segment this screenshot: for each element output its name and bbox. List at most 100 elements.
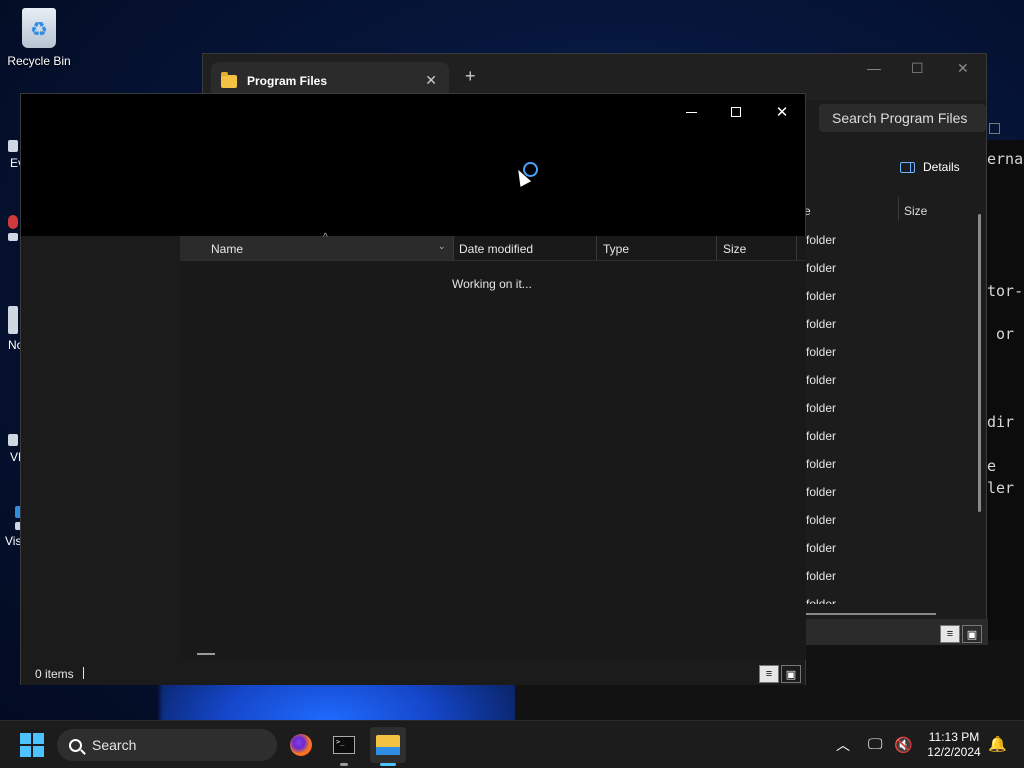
file-type-cell[interactable]: folder <box>806 429 836 443</box>
status-divider <box>83 667 84 679</box>
taskbar-app-file-explorer[interactable] <box>370 727 406 766</box>
taskbar-search[interactable]: Search <box>57 729 277 761</box>
sort-ascending-icon: ^ <box>323 232 328 243</box>
file-type-cell[interactable]: folder <box>806 401 836 415</box>
recycle-bin-icon <box>22 8 56 48</box>
terminal-line: e <box>987 457 997 475</box>
tab-title: Program Files <box>247 74 328 88</box>
details-view-icon[interactable]: ≡ <box>940 625 960 643</box>
file-type-cell[interactable]: folder <box>806 541 836 555</box>
status-bar <box>803 619 988 645</box>
notifications-bell-icon[interactable]: 🔔 <box>988 735 1007 753</box>
explorer-window-foreground[interactable]: ✕ ^ Name ⌄ Date modified Type Size Worki… <box>20 93 806 685</box>
file-explorer-icon <box>376 735 400 755</box>
terminal-window-edge <box>986 140 1024 640</box>
desktop-icon-recycle-bin[interactable]: Recycle Bin <box>1 8 77 68</box>
file-type-cell[interactable]: folder <box>806 485 836 499</box>
close-icon[interactable]: ✕ <box>957 60 969 77</box>
details-view-icon[interactable]: ≡ <box>759 665 779 683</box>
large-icons-view-icon[interactable]: ▣ <box>781 665 801 683</box>
file-type-cell[interactable]: folder <box>806 373 836 387</box>
new-tab-icon[interactable]: + <box>465 66 476 87</box>
file-type-cell[interactable]: folder <box>806 513 836 527</box>
file-type-cell[interactable]: folder <box>806 345 836 359</box>
start-button[interactable] <box>20 733 44 757</box>
folder-icon <box>221 71 237 88</box>
file-type-cell[interactable]: folder <box>806 597 836 604</box>
clock[interactable]: 11:13 PM 12/2/2024 <box>918 730 990 760</box>
details-pane-button[interactable]: Details <box>900 160 960 174</box>
column-divider[interactable] <box>716 236 717 260</box>
column-header-size[interactable]: Size <box>904 204 927 218</box>
file-type-cell[interactable]: folder <box>806 289 836 303</box>
clock-time: 11:13 PM <box>928 730 980 744</box>
column-header-date-modified[interactable]: Date modified <box>459 242 533 256</box>
column-divider[interactable] <box>596 236 597 260</box>
minimize-icon[interactable]: — <box>867 60 881 76</box>
maximize-icon <box>731 107 741 117</box>
status-bar <box>21 660 805 685</box>
file-type-cell[interactable]: folder <box>806 233 836 247</box>
running-indicator <box>340 763 348 766</box>
shortcut-arrow-icon <box>8 233 18 241</box>
clock-date: 12/2/2024 <box>927 745 981 759</box>
firefox-icon <box>290 734 312 756</box>
volume-muted-icon[interactable]: 🔇 <box>894 736 913 754</box>
minimize-icon <box>685 111 697 113</box>
close-tab-icon[interactable]: ✕ <box>425 72 437 89</box>
column-header-row: ^ Name ⌄ Date modified Type Size <box>180 232 806 261</box>
maximize-button[interactable] <box>713 98 759 126</box>
app-shortcut-icon <box>8 215 18 229</box>
file-type-cell[interactable]: folder <box>806 457 836 471</box>
desktop-icon-partial[interactable] <box>8 215 18 245</box>
details-label: Details <box>923 160 960 174</box>
vertical-scrollbar[interactable] <box>978 214 981 512</box>
terminal-line: dir <box>987 413 1015 431</box>
taskbar-app-terminal[interactable]: >_ <box>326 727 362 766</box>
file-type-cell[interactable]: folder <box>806 317 836 331</box>
pane-resize-handle[interactable] <box>197 653 215 655</box>
terminal-line: erna <box>987 150 1024 168</box>
taskbar-app-firefox[interactable] <box>283 727 319 763</box>
terminal-maximize-icon[interactable] <box>989 123 1000 134</box>
windows-logo-icon <box>20 746 31 757</box>
minimize-button[interactable] <box>668 98 714 126</box>
terminal-line: tor- <box>987 282 1024 300</box>
search-icon <box>69 738 82 752</box>
terminal-line: or <box>987 325 1015 343</box>
show-hidden-icons-chevron-icon[interactable]: ︿ <box>836 735 850 755</box>
navigation-pane[interactable] <box>21 236 180 660</box>
windows-logo-icon <box>33 733 44 744</box>
taskbar: Search >_ ︿ 🖵 🔇 11:13 PM 12/2/2024 🔔 <box>0 720 1024 768</box>
terminal-line: ler <box>987 479 1015 497</box>
windows-logo-icon <box>20 733 31 744</box>
terminal-icon: >_ <box>333 736 355 754</box>
active-indicator <box>380 763 396 766</box>
details-pane-icon <box>900 161 915 173</box>
chevron-down-icon[interactable]: ⌄ <box>438 241 446 252</box>
maximize-icon[interactable]: ☐ <box>911 60 924 77</box>
column-header-type[interactable]: Type <box>603 242 629 256</box>
large-icons-view-icon[interactable]: ▣ <box>962 625 982 643</box>
app-shortcut-icon <box>8 434 18 446</box>
column-header-name[interactable]: Name <box>211 242 243 256</box>
column-divider[interactable] <box>796 236 797 260</box>
loading-message: Working on it... <box>452 277 532 291</box>
search-input[interactable]: Search Program Files <box>819 104 986 132</box>
desktop-icon-label: Recycle Bin <box>7 54 71 68</box>
app-shortcut-icon <box>8 306 18 334</box>
item-count: 0 items <box>35 667 74 681</box>
close-icon: ✕ <box>775 104 789 121</box>
search-label: Search <box>92 737 137 753</box>
desktop-icon-label: Vis <box>5 534 22 548</box>
column-divider[interactable] <box>453 236 454 260</box>
file-list-pane[interactable] <box>180 236 806 660</box>
column-divider[interactable] <box>898 197 899 221</box>
close-button[interactable]: ✕ <box>759 98 805 126</box>
file-type-cell[interactable]: folder <box>806 261 836 275</box>
column-header-size[interactable]: Size <box>723 242 746 256</box>
network-icon[interactable]: 🖵 <box>868 736 882 753</box>
horizontal-scrollbar[interactable] <box>806 613 936 615</box>
app-shortcut-icon <box>8 140 18 152</box>
file-type-cell[interactable]: folder <box>806 569 836 583</box>
